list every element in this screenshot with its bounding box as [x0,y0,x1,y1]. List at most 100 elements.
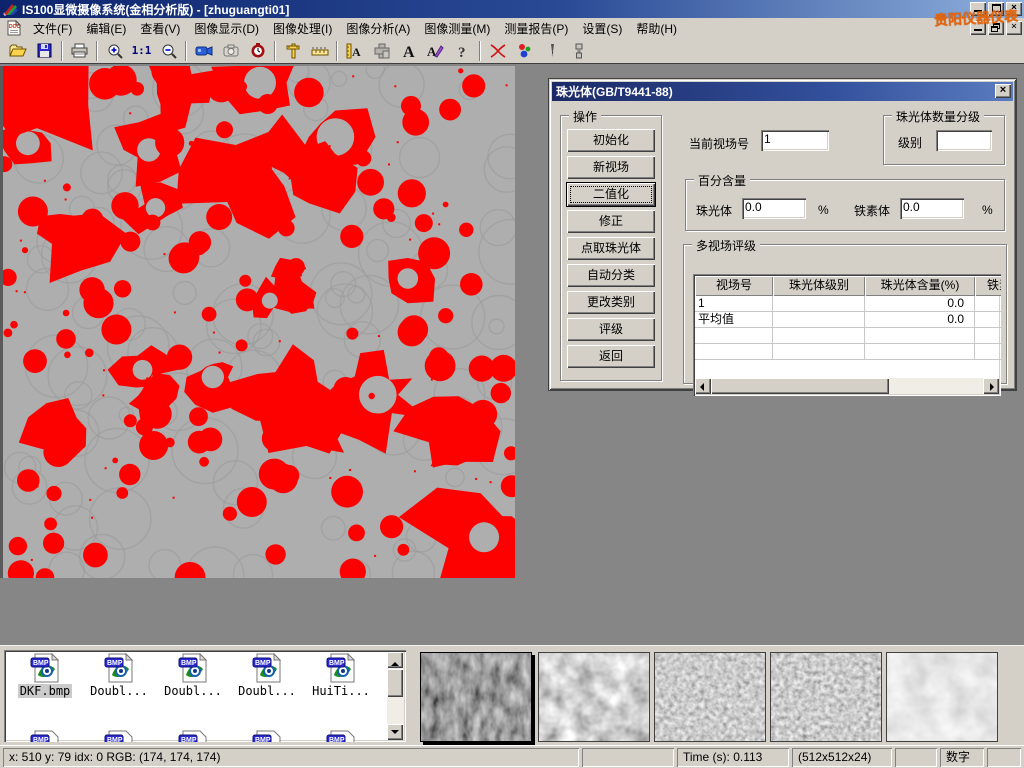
measure-text-icon[interactable]: A [341,39,368,63]
table-row [695,344,1001,360]
svg-text:BMP: BMP [33,737,49,742]
table-horizontal-scrollbar[interactable] [695,378,999,394]
table-row: 平均值 0.0 [695,312,1001,328]
thumbnail-image[interactable] [538,652,650,742]
thumbnail-image[interactable] [886,652,998,742]
dialog-title: 珠光体(GB/T9441-88) [556,83,673,100]
scroll-thumb[interactable] [387,669,403,697]
particles-icon[interactable] [511,39,538,63]
grading-group-label: 珠光体数量分级 [892,108,984,125]
svg-text:A: A [352,45,361,59]
multifield-table[interactable]: 视场号 珠光体级别 珠光体含量(%) 铁素体 1 0.0 平均值 0.0 [693,274,1001,396]
pearlite-dialog: 珠光体(GB/T9441-88) × 操作 初始化 新视场 二值化 修正 点取珠… [548,78,1017,391]
thumbnail-image[interactable] [770,652,882,742]
file-list-scrollbar[interactable] [387,652,404,740]
title-bar: IS100显微摄像系统(金相分析版) - [zhuguangti01] × [0,0,1024,18]
binarize-button[interactable]: 二值化 [567,183,655,206]
file-item[interactable]: BMP [230,730,304,742]
ferrite-percent-input[interactable]: 0.0 [900,198,964,219]
menu-view[interactable]: 查看(V) [133,18,187,39]
menu-image-analysis[interactable]: 图像分析(A) [339,18,417,39]
menu-image-process[interactable]: 图像处理(I) [266,18,339,39]
metallograph-image[interactable] [0,66,515,578]
file-item[interactable]: BMP [82,730,156,742]
col-header-pearlite[interactable]: 珠光体含量(%) [865,276,975,296]
svg-text:?: ? [458,45,466,59]
init-button[interactable]: 初始化 [567,129,655,152]
bottom-panel: BMP DKF.bmp BMP Doubl... [0,645,1024,745]
thumbnail-image[interactable] [654,652,766,742]
pick-pearlite-button[interactable]: 点取珠光体 [567,237,655,260]
return-button[interactable]: 返回 [567,345,655,368]
open-icon[interactable] [4,39,31,63]
help-icon[interactable]: ? [449,39,476,63]
file-name[interactable]: HuiTi... [310,684,372,698]
ruler-icon[interactable] [306,39,333,63]
change-class-button[interactable]: 更改类别 [567,291,655,314]
menu-report[interactable]: 测量报告(P) [497,18,575,39]
document-system-icon[interactable]: DOC [6,20,22,36]
file-item[interactable]: BMP Doubl... [230,653,304,698]
bmp-file-icon: BMP [176,730,210,742]
timer-clock-icon[interactable] [244,39,271,63]
file-item[interactable]: BMP [156,730,230,742]
correct-button[interactable]: 修正 [567,210,655,233]
curve-cut-icon[interactable] [484,39,511,63]
file-name[interactable]: DKF.bmp [18,684,73,698]
thumbnail-image[interactable] [420,652,532,742]
status-blank-1 [582,748,674,767]
new-field-button[interactable]: 新视场 [567,156,655,179]
save-icon[interactable] [31,39,58,63]
menu-edit[interactable]: 编辑(E) [79,18,133,39]
file-name[interactable]: Doubl... [88,684,150,698]
menu-image-display[interactable]: 图像显示(D) [187,18,266,39]
bmp-file-icon: BMP [102,730,136,742]
file-name[interactable]: Doubl... [162,684,224,698]
file-listbox[interactable]: BMP DKF.bmp BMP Doubl... [4,650,406,742]
scroll-down-icon[interactable] [387,724,403,740]
pearlite-percent-input[interactable]: 0.0 [742,198,806,219]
capture-camera-icon[interactable] [217,39,244,63]
current-field-input[interactable]: 1 [761,130,829,151]
caliper-icon[interactable] [279,39,306,63]
file-item[interactable]: BMP DKF.bmp [8,653,82,698]
actual-size-icon[interactable]: 1:1 [128,39,155,63]
file-item[interactable]: BMP [304,730,378,742]
file-item[interactable]: BMP [8,730,82,742]
file-name[interactable]: Doubl... [236,684,298,698]
menu-settings[interactable]: 设置(S) [575,18,629,39]
col-header-ferrite[interactable]: 铁素体 [975,276,1001,296]
menu-image-measure[interactable]: 图像测量(M) [417,18,497,39]
pen-icon[interactable] [538,39,565,63]
bmp-file-icon: BMP [250,730,284,742]
dialog-title-bar[interactable]: 珠光体(GB/T9441-88) × [552,82,1013,101]
file-item[interactable]: BMP Doubl... [82,653,156,698]
scroll-up-icon[interactable] [387,652,403,668]
brush-icon[interactable] [565,39,592,63]
menu-file[interactable]: 文件(F) [26,18,79,39]
operation-group: 操作 初始化 新视场 二值化 修正 点取珠光体 自动分类 更改类别 评级 返回 [560,115,662,381]
zoom-out-icon[interactable] [155,39,182,63]
scroll-left-icon[interactable] [695,378,711,394]
file-item[interactable]: BMP HuiTi... [304,653,378,698]
text-icon[interactable]: A [395,39,422,63]
level-input[interactable] [936,130,992,151]
pearlite-label: 珠光体 [696,202,732,219]
annotate-icon[interactable]: A [422,39,449,63]
table-row [695,328,1001,344]
menu-help[interactable]: 帮助(H) [629,18,684,39]
zoom-in-icon[interactable] [101,39,128,63]
merge-grid-icon[interactable] [368,39,395,63]
svg-text:DOC: DOC [9,24,21,30]
percent-group-label: 百分含量 [694,172,750,189]
scroll-thumb[interactable] [711,378,889,394]
print-icon[interactable] [66,39,93,63]
rate-button[interactable]: 评级 [567,318,655,341]
scroll-right-icon[interactable] [983,378,999,394]
dialog-close-icon[interactable]: × [995,84,1011,98]
col-header-field[interactable]: 视场号 [695,276,773,296]
auto-classify-button[interactable]: 自动分类 [567,264,655,287]
col-header-level[interactable]: 珠光体级别 [773,276,865,296]
video-camera-icon[interactable] [190,39,217,63]
file-item[interactable]: BMP Doubl... [156,653,230,698]
